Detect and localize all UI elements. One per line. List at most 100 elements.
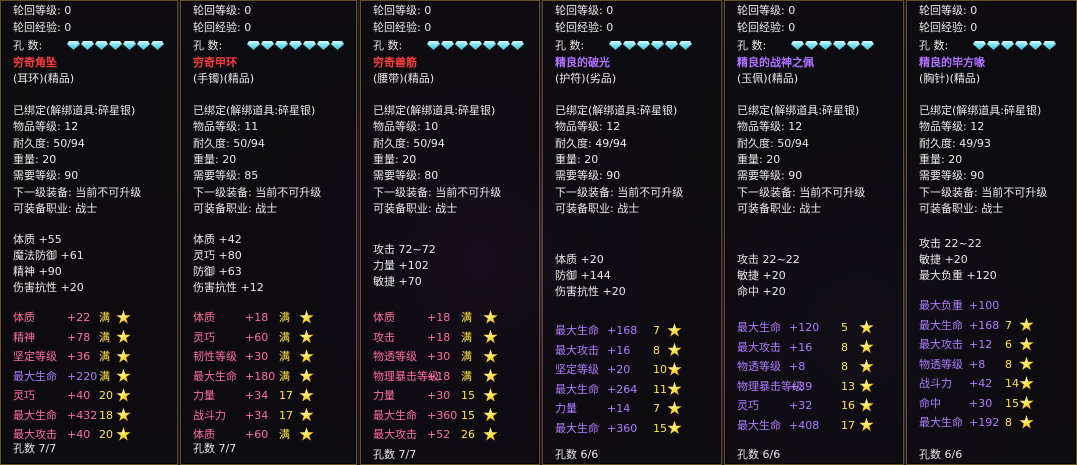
refine-stat-label: 力量	[373, 389, 395, 402]
refine-stat-label: 物透等级	[373, 350, 417, 363]
refine-stat-value: +432	[67, 408, 98, 422]
socket-summary: 孔数 7/7	[373, 448, 417, 461]
refine-stat-label: 体质	[193, 311, 215, 324]
refine-stat-label: 最大生命	[555, 324, 599, 337]
refine-stat-value: +34	[245, 408, 269, 422]
refine-stat-level: 26	[461, 428, 475, 441]
star-icon	[483, 388, 498, 402]
refine-stat-value: +30	[969, 396, 993, 410]
refine-stat-level: 15	[653, 421, 667, 435]
socket-gem-icon	[637, 41, 650, 50]
base-stat: 灵巧 +80	[193, 249, 242, 262]
star-icon	[667, 401, 682, 415]
socket-gem-icon	[441, 41, 454, 50]
refine-stat-value: +220	[67, 369, 98, 383]
socket-count-label: 孔 数:	[555, 39, 585, 52]
base-stat: 敏捷 +20	[737, 269, 786, 282]
base-stat: 精神 +90	[13, 265, 62, 278]
socket-gem-icon	[987, 41, 1000, 50]
base-stat: 攻击 22~22	[919, 237, 982, 250]
socket-gem-icon	[109, 41, 122, 50]
item-slot-quality: (手镯)(精品)	[193, 72, 255, 85]
refine-stat-value: +16	[789, 340, 813, 354]
weight: 重量: 20	[193, 152, 237, 166]
star-icon	[116, 329, 131, 344]
item-name: 精良的破光	[555, 56, 610, 69]
socket-count-label: 孔 数:	[737, 39, 767, 52]
weight: 重量: 20	[13, 152, 57, 166]
item-name: 精良的毕方喙	[919, 56, 985, 69]
refine-stat-value: +39	[789, 379, 813, 393]
refine-stat-label: 最大攻击	[737, 340, 781, 354]
equipment-comparison-view: 轮回等级: 0 轮回经验: 0 孔 数: 穷奇角坠 (耳环)(精品) 已绑定(解绑道具:碎…	[0, 0, 1077, 465]
required-level: 需要等级: 90	[919, 169, 985, 183]
socket-summary: 孔数 6/6	[919, 448, 963, 461]
socket-gem-icon	[469, 41, 482, 50]
socket-gem-icon	[275, 41, 288, 50]
refine-stat-label: 灵巧	[737, 399, 759, 412]
refine-stat-level: 满	[279, 350, 290, 363]
star-icon	[299, 349, 314, 363]
refine-stat-value: +40	[67, 428, 91, 441]
socket-gems	[791, 41, 874, 50]
item-name: 精良的战神之佩	[737, 56, 814, 69]
weight: 重量: 20	[919, 152, 963, 166]
refine-stat-label: 最大生命	[737, 321, 781, 334]
star-icon	[483, 427, 498, 441]
base-stat: 最大负重 +120	[919, 269, 997, 282]
item-slot-quality: (玉佩)(精品)	[737, 72, 799, 85]
durability: 耐久度: 49/94	[555, 136, 627, 150]
weight: 重量: 20	[373, 152, 417, 166]
refine-stat-level: 7	[653, 324, 660, 337]
refine-stat-level: 7	[653, 402, 660, 415]
binding-status: 已绑定(解绑道具:碎星银)	[193, 104, 316, 117]
star-icon	[859, 320, 874, 334]
reincarnation-level: 轮回等级: 0	[13, 4, 72, 17]
socket-count-label: 孔 数:	[919, 39, 949, 52]
star-icon	[667, 381, 682, 396]
star-icon	[1019, 317, 1034, 332]
item-slot-quality: (耳环)(精品)	[13, 72, 75, 85]
socket-gem-icon	[483, 41, 496, 50]
base-stat: 伤害抗性 +12	[193, 281, 264, 294]
equip-job: 可装备职业: 战士	[373, 201, 458, 215]
refine-stat-level: 13	[841, 379, 855, 393]
equip-job: 可装备职业: 战士	[193, 201, 278, 215]
socket-gems	[609, 41, 692, 50]
refine-stat-label: 最大攻击	[555, 343, 599, 357]
star-icon	[299, 368, 314, 383]
socket-gem-icon	[609, 41, 622, 50]
refine-stat-level: 8	[841, 360, 848, 373]
refine-stat-level: 满	[99, 350, 110, 363]
socket-gem-icon	[1029, 41, 1042, 50]
star-icon	[116, 407, 131, 422]
socket-gems	[247, 41, 344, 50]
star-icon	[859, 398, 874, 412]
item-tooltip-panel: 轮回等级: 0 轮回经验: 0 孔 数: 精良的毕方喙 (胸针)(精品) 已绑定(解绑道具…	[906, 0, 1077, 465]
refine-stat-level: 满	[279, 311, 290, 324]
item-slot-quality: (护符)(劣品)	[555, 72, 617, 85]
refine-stat-level: 15	[461, 408, 475, 422]
star-icon	[859, 339, 874, 354]
socket-gem-icon	[511, 41, 524, 50]
refine-stat-value: +360	[427, 408, 458, 422]
socket-gem-icon	[455, 41, 468, 50]
item-tooltip-panel: 轮回等级: 0 轮回经验: 0 孔 数: 精良的战神之佩 (玉佩)(精品) 已绑定(解绑道…	[724, 0, 904, 465]
socket-gem-icon	[81, 41, 94, 50]
reincarnation-exp: 轮回经验: 0	[193, 21, 252, 34]
item-level: 物品等级: 12	[13, 120, 79, 134]
star-icon	[483, 310, 498, 324]
refine-stat-value: +60	[245, 330, 269, 344]
refine-stat-level: 14	[1005, 377, 1019, 390]
next-level-equipment: 下一级装备: 当前不可升级	[919, 185, 1048, 199]
refine-stat-level: 18	[99, 408, 113, 422]
star-icon	[299, 427, 314, 441]
star-icon	[483, 407, 498, 422]
star-icon	[116, 368, 131, 383]
socket-gem-icon	[1015, 41, 1028, 50]
durability: 耐久度: 50/94	[193, 136, 265, 150]
refine-stat-value: +30	[427, 389, 451, 402]
refine-stat-level: 17	[279, 389, 293, 402]
socket-gem-icon	[1043, 41, 1056, 50]
reincarnation-level: 轮回等级: 0	[193, 4, 252, 17]
